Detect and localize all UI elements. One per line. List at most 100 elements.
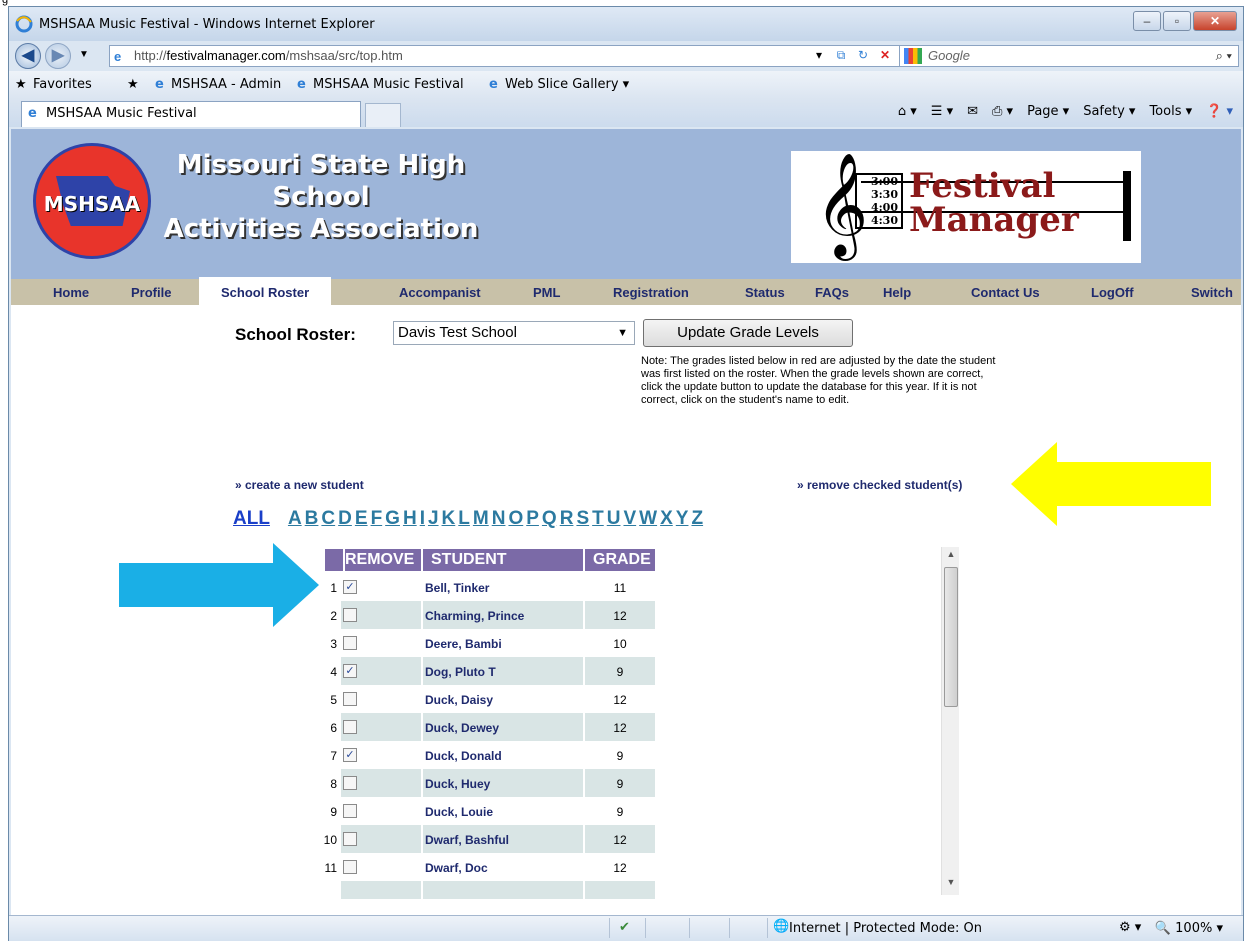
fav-item-admin[interactable]: MSHSAA - Admin xyxy=(171,77,281,92)
filter-letter[interactable]: U xyxy=(607,508,621,530)
filter-letter[interactable]: E xyxy=(355,508,368,530)
remove-checkbox[interactable]: ✓ xyxy=(343,748,357,762)
help-icon[interactable]: ❓ ▾ xyxy=(1206,104,1233,119)
print-icon[interactable]: ⎙ ▾ xyxy=(992,104,1013,119)
filter-letter[interactable]: X xyxy=(660,508,673,530)
add-favorite-icon[interactable]: ★ xyxy=(127,77,139,92)
filter-letter[interactable]: F xyxy=(371,508,383,530)
new-tab-button[interactable] xyxy=(365,103,401,127)
menu-profile[interactable]: Profile xyxy=(131,285,171,300)
minimize-button[interactable]: – xyxy=(1133,11,1161,31)
scroll-thumb[interactable] xyxy=(944,567,958,707)
menu-pml[interactable]: PML xyxy=(533,285,560,300)
fav-item-festival[interactable]: MSHSAA Music Festival xyxy=(313,77,464,92)
filter-letter[interactable]: H xyxy=(403,508,417,530)
page-menu[interactable]: Page ▾ xyxy=(1027,104,1069,119)
filter-letter[interactable]: V xyxy=(623,508,636,530)
menu-logoff[interactable]: LogOff xyxy=(1091,285,1134,300)
menu-accompanist[interactable]: Accompanist xyxy=(399,285,481,300)
filter-letter[interactable]: C xyxy=(321,508,335,530)
menu-school-roster[interactable]: School Roster xyxy=(199,277,332,307)
refresh-icon[interactable]: ↻ xyxy=(853,45,873,65)
menu-status[interactable]: Status xyxy=(745,285,785,300)
filter-letter[interactable]: T xyxy=(592,508,604,530)
filter-letter[interactable]: J xyxy=(428,508,439,530)
menu-switch[interactable]: Switch xyxy=(1191,285,1233,300)
student-name-link[interactable]: Deere, Bambi xyxy=(425,637,502,651)
filter-letter[interactable]: I xyxy=(420,508,425,530)
stop-icon[interactable]: ✕ xyxy=(875,45,895,65)
filter-letter[interactable]: Y xyxy=(676,508,689,530)
filter-letter[interactable]: S xyxy=(576,508,589,530)
filter-letter[interactable]: N xyxy=(492,508,506,530)
student-name-link[interactable]: Duck, Donald xyxy=(425,749,502,763)
student-name-link[interactable]: Dog, Pluto T xyxy=(425,665,496,679)
menu-help[interactable]: Help xyxy=(883,285,911,300)
filter-letter[interactable]: M xyxy=(473,508,489,530)
safety-menu[interactable]: Safety ▾ xyxy=(1083,104,1135,119)
filter-letter[interactable]: O xyxy=(508,508,523,530)
history-dropdown-icon[interactable]: ▼ xyxy=(79,49,89,60)
filter-letter[interactable]: L xyxy=(458,508,470,530)
remove-checkbox[interactable] xyxy=(343,804,357,818)
feeds-icon[interactable]: ☰ ▾ xyxy=(931,104,953,119)
filter-letter[interactable]: G xyxy=(385,508,400,530)
remove-checkbox[interactable] xyxy=(343,860,357,874)
menu-home[interactable]: Home xyxy=(53,285,89,300)
home-icon[interactable]: ⌂ ▾ xyxy=(898,104,917,119)
maximize-button[interactable]: ▫ xyxy=(1163,11,1191,31)
student-name-link[interactable]: Dwarf, Doc xyxy=(425,861,488,875)
filter-letter[interactable]: B xyxy=(305,508,319,530)
back-button[interactable]: ◀ xyxy=(15,43,41,69)
menu-registration[interactable]: Registration xyxy=(613,285,689,300)
remove-checkbox[interactable] xyxy=(343,608,357,622)
remove-checkbox[interactable]: ✓ xyxy=(343,580,357,594)
menu-contact-us[interactable]: Contact Us xyxy=(971,285,1040,300)
scroll-up-icon[interactable]: ▲ xyxy=(942,549,960,565)
compatibility-icon[interactable]: ⧉ xyxy=(831,45,851,65)
remove-checkbox[interactable] xyxy=(343,720,357,734)
scroll-down-icon[interactable]: ▼ xyxy=(942,877,960,893)
tools-menu[interactable]: Tools ▾ xyxy=(1149,104,1192,119)
student-name-link[interactable]: Duck, Daisy xyxy=(425,693,493,707)
tab-mshsaa[interactable]: e MSHSAA Music Festival xyxy=(21,101,361,127)
search-icon[interactable]: ⌕ ▾ xyxy=(1216,46,1232,66)
remove-checkbox[interactable] xyxy=(343,832,357,846)
update-grade-levels-button[interactable]: Update Grade Levels xyxy=(643,319,853,347)
student-name-link[interactable]: Duck, Louie xyxy=(425,805,493,819)
filter-letter[interactable]: Q xyxy=(542,508,557,530)
student-name-link[interactable]: Duck, Huey xyxy=(425,777,490,791)
student-name-link[interactable]: Duck, Dewey xyxy=(425,721,499,735)
filter-letter[interactable]: W xyxy=(639,508,657,530)
zoom-level[interactable]: 🔍 100% ▾ xyxy=(1155,921,1223,936)
address-dropdown-icon[interactable]: ▾ xyxy=(809,45,829,65)
filter-letter[interactable]: D xyxy=(338,508,352,530)
address-bar[interactable]: e http://festivalmanager.com/mshsaa/src/… xyxy=(109,45,909,67)
menu-faqs[interactable]: FAQs xyxy=(815,285,849,300)
filter-letter[interactable]: P xyxy=(526,508,539,530)
remove-checkbox[interactable]: ✓ xyxy=(343,664,357,678)
table-scrollbar[interactable]: ▲ ▼ xyxy=(941,547,959,895)
favorites-star-icon[interactable]: ★ xyxy=(15,77,27,92)
close-button[interactable]: ✕ xyxy=(1193,11,1237,31)
student-name-link[interactable]: Charming, Prince xyxy=(425,609,524,623)
remove-checked-link[interactable]: » remove checked student(s) xyxy=(797,478,962,492)
forward-button[interactable]: ▶ xyxy=(45,43,71,69)
remove-checkbox[interactable] xyxy=(343,692,357,706)
student-name-link[interactable]: Bell, Tinker xyxy=(425,581,489,595)
school-select[interactable]: Davis Test School ▼ xyxy=(393,321,635,345)
create-student-link[interactable]: » create a new student xyxy=(235,478,364,492)
filter-letter[interactable]: R xyxy=(560,508,574,530)
favorites-button[interactable]: Favorites xyxy=(33,77,92,92)
filter-letter[interactable]: K xyxy=(442,508,456,530)
filter-letter[interactable]: A xyxy=(288,508,302,530)
mail-icon[interactable]: ✉ xyxy=(967,104,978,119)
search-box[interactable]: Google ⌕ ▾ xyxy=(899,45,1239,67)
student-name-link[interactable]: Dwarf, Bashful xyxy=(425,833,509,847)
remove-checkbox[interactable] xyxy=(343,776,357,790)
fav-item-web-slice[interactable]: Web Slice Gallery ▾ xyxy=(505,77,629,92)
protected-mode-icon[interactable]: ⚙ ▾ xyxy=(1119,920,1141,935)
filter-all[interactable]: ALL xyxy=(233,508,270,530)
filter-letter[interactable]: Z xyxy=(691,508,703,530)
remove-checkbox[interactable] xyxy=(343,636,357,650)
